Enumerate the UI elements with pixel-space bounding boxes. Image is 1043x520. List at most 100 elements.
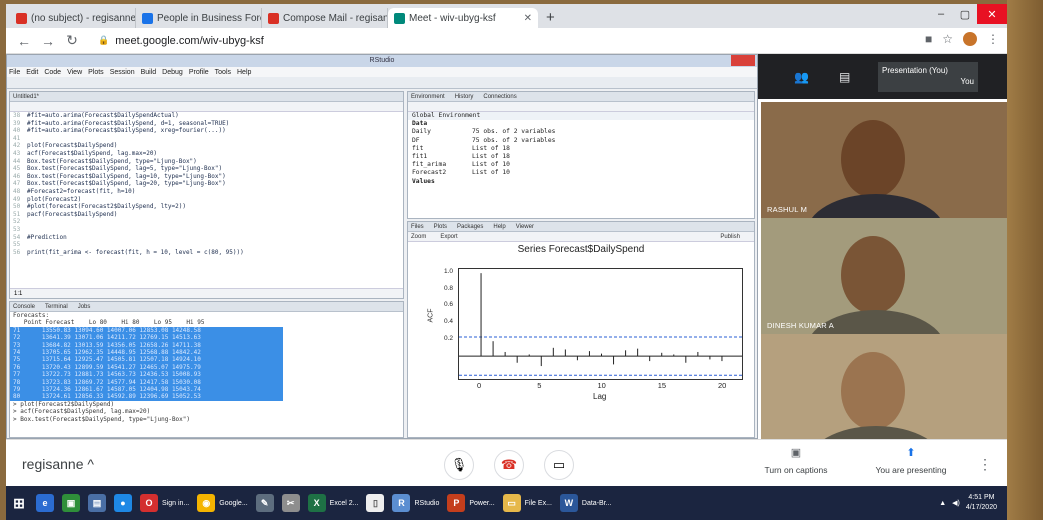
camera-icon[interactable]: ■: [925, 32, 932, 46]
captions-label: Turn on captions: [764, 465, 828, 475]
env-row[interactable]: fit_arima List of 10: [408, 161, 754, 169]
more-icon[interactable]: ⋮: [987, 32, 999, 46]
pane-tab[interactable]: Environment: [411, 94, 445, 100]
rstudio-close-button[interactable]: [731, 55, 755, 66]
pane-tab[interactable]: Packages: [457, 224, 483, 230]
menu-item[interactable]: Code: [44, 69, 61, 76]
taskbar-item[interactable]: ✎: [252, 489, 278, 517]
pane-tab[interactable]: Plots: [434, 224, 447, 230]
pane-tab[interactable]: Console: [13, 304, 35, 310]
publish-button[interactable]: Publish: [720, 232, 754, 241]
back-icon[interactable]: ←: [16, 33, 32, 49]
participant-tile[interactable]: DINESH KUMAR A: [761, 218, 1007, 338]
star-icon[interactable]: ☆: [942, 32, 953, 46]
leave-call-button[interactable]: ☎: [494, 450, 524, 480]
start-button[interactable]: ⊞: [6, 489, 32, 517]
taskbar-item[interactable]: X Excel 2...: [304, 489, 363, 517]
participant-tile[interactable]: RASHUL M: [761, 102, 1007, 222]
pane-tab[interactable]: Help: [493, 224, 505, 230]
export-button[interactable]: Export: [440, 232, 457, 241]
pane-tab[interactable]: Viewer: [516, 224, 534, 230]
env-row[interactable]: Daily 75 obs. of 2 variables: [408, 128, 754, 136]
taskbar-item[interactable]: R RStudio: [388, 489, 443, 517]
pane-tab[interactable]: History: [455, 94, 474, 100]
taskbar-item[interactable]: ◉ Google...: [193, 489, 251, 517]
source-toolbar: [10, 102, 403, 112]
taskbar-item[interactable]: P Power...: [443, 489, 498, 517]
volume-icon[interactable]: ◀): [952, 499, 960, 507]
taskbar-item[interactable]: ●: [110, 489, 136, 517]
environment-toolbar: [408, 102, 754, 112]
minimize-button[interactable]: –: [929, 4, 953, 24]
close-tab-icon[interactable]: ✕: [524, 13, 532, 24]
browser-tab[interactable]: (no subject) - regisanne@skcet.ac.in✕: [10, 8, 136, 28]
tab-untitled1[interactable]: Untitled1*: [13, 94, 39, 100]
pane-tab[interactable]: Jobs: [78, 304, 91, 310]
rstudio-window: RStudio File Edit Code View Plots Session Buil…: [6, 54, 758, 439]
browser-tab[interactable]: Meet - wiv-ubyg-ksf ✕: [388, 8, 538, 28]
new-tab-button[interactable]: +: [538, 8, 563, 28]
pane-tab[interactable]: Files: [411, 224, 424, 230]
menu-item[interactable]: Session: [110, 69, 135, 76]
more-options-icon[interactable]: ⋮: [978, 456, 992, 473]
microphone-button[interactable]: 🎙: [444, 450, 474, 480]
captions-button[interactable]: ▣ Turn on captions: [756, 446, 836, 475]
photo-border: [1007, 0, 1043, 520]
taskbar-item[interactable]: ▭ File Ex...: [499, 489, 556, 517]
address-bar[interactable]: 🔒 meet.google.com/wiv-ubyg-ksf: [98, 35, 264, 47]
code-text: plot(Forecast$DailySpend): [27, 142, 118, 150]
menu-item[interactable]: File: [9, 69, 20, 76]
env-scope[interactable]: Global Environment: [408, 112, 754, 121]
code-editor[interactable]: 38 #fit=auto.arima(Forecast$DailySpendAct…: [10, 112, 403, 256]
menu-item[interactable]: Tools: [215, 69, 231, 76]
taskbar-item[interactable]: O Sign in...: [136, 489, 193, 517]
close-button[interactable]: ✕: [977, 4, 1007, 24]
meet-bottom-bar: regisanne ^ 🎙 ☎ ▭ ▣ Turn on captions ⬆ You…: [6, 439, 1007, 486]
taskbar-item[interactable]: W Data-Br...: [556, 489, 616, 517]
env-row[interactable]: Forecast2 List of 10: [408, 169, 754, 177]
menu-item[interactable]: Edit: [26, 69, 38, 76]
y-tick-label: 0.8: [444, 284, 454, 292]
console-selected-line: 76 13720.43 12899.59 14541.27 12465.07 1…: [10, 363, 283, 372]
taskbar-item[interactable]: ✂: [278, 489, 304, 517]
taskbar-label: Google...: [219, 499, 248, 507]
line-number: 51: [13, 210, 21, 218]
env-value: 75 obs. of 2 variables: [472, 128, 556, 136]
console-command-line: > plot(Forecast2$DailySpend): [13, 400, 115, 408]
people-icon[interactable]: 👥: [794, 70, 809, 84]
browser-tab[interactable]: Compose Mail - regisanne@skcet✕: [262, 8, 388, 28]
network-icon[interactable]: ▲: [939, 500, 946, 507]
camera-button[interactable]: ▭: [544, 450, 574, 480]
menu-item[interactable]: Build: [141, 69, 157, 76]
taskbar-item[interactable]: ▣: [58, 489, 84, 517]
menu-item[interactable]: Profile: [189, 69, 209, 76]
taskbar-item[interactable]: ▤: [84, 489, 110, 517]
reload-icon[interactable]: ↻: [64, 32, 80, 49]
presenting-button[interactable]: ⬆ You are presenting: [866, 446, 956, 475]
menu-item[interactable]: Plots: [88, 69, 104, 76]
console-output[interactable]: Forecasts: Point Forecast Lo 80 Hi 80 Lo…: [10, 312, 403, 423]
acf-chart: [458, 268, 743, 380]
env-row[interactable]: fit List of 18: [408, 145, 754, 153]
y-tick-label: 0.4: [444, 317, 454, 325]
taskbar-item[interactable]: e: [32, 489, 58, 517]
taskbar-item[interactable]: ▯: [362, 489, 388, 517]
pane-tab[interactable]: Terminal: [45, 304, 68, 310]
pane-tab[interactable]: Connections: [483, 94, 516, 100]
presentation-tile[interactable]: Presentation (You) You: [878, 62, 978, 92]
chat-icon[interactable]: ▤: [839, 70, 850, 84]
forward-icon[interactable]: →: [40, 33, 56, 49]
menu-item[interactable]: Help: [237, 69, 251, 76]
env-row[interactable]: fit1 List of 18: [408, 153, 754, 161]
meeting-user[interactable]: regisanne ^: [22, 456, 94, 472]
maximize-button[interactable]: ▢: [953, 4, 977, 24]
clock[interactable]: 4:51 PM 4/17/2020: [966, 493, 997, 513]
menu-item[interactable]: View: [67, 69, 82, 76]
env-row[interactable]: DF 75 obs. of 2 variables: [408, 137, 754, 145]
browser-tab[interactable]: People in Business Forecasting✕: [136, 8, 262, 28]
participant-tile[interactable]: [761, 334, 1007, 454]
menu-item[interactable]: Debug: [162, 69, 183, 76]
profile-avatar[interactable]: [963, 32, 977, 46]
console-selected-line: 80 13724.61 12856.33 14592.89 12396.69 1…: [10, 393, 283, 401]
zoom-button[interactable]: Zoom: [411, 232, 426, 241]
